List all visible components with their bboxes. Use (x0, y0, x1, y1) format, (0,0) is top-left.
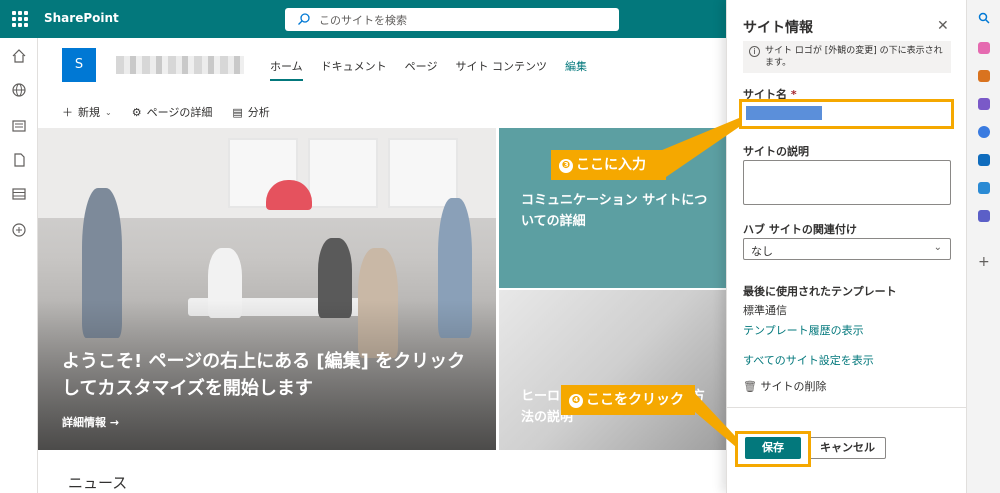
nav-item-home[interactable]: ホーム (270, 58, 303, 81)
template-value: 標準通信 (743, 304, 787, 317)
highlight-site-name (739, 99, 954, 129)
info-text: サイト ロゴが [外観の変更] の下に表示されます。 (765, 46, 943, 68)
people-icon[interactable] (978, 98, 990, 110)
hero-learn-more-link[interactable]: 詳細情報 → (62, 414, 119, 430)
chevron-down-icon: ⌄ (933, 242, 942, 253)
search-box[interactable]: このサイトを検索 (285, 8, 619, 31)
hub-association-value: なし (751, 245, 773, 258)
send-icon[interactable] (978, 182, 990, 194)
close-icon[interactable]: ✕ (937, 18, 949, 34)
site-logo[interactable]: S (62, 48, 96, 82)
analytics-label: 分析 (247, 106, 270, 119)
nav-item-documents[interactable]: ドキュメント (321, 58, 387, 81)
trash-icon: 🗑 (743, 380, 757, 393)
list-icon[interactable] (11, 186, 27, 202)
callout-step3: ❸ ここに入力 (551, 150, 666, 180)
nav-item-pages[interactable]: ページ (405, 58, 438, 81)
browser-sidebar: + (966, 0, 1000, 493)
add-icon[interactable]: + (978, 254, 990, 270)
copilot-icon[interactable] (978, 126, 990, 138)
hub-association-label: ハブ サイトの関連付け (743, 223, 857, 236)
search-icon (298, 13, 310, 25)
highlight-save-button (735, 431, 811, 467)
analytics-button[interactable]: ▤ 分析 (232, 104, 269, 120)
site-name-blurred[interactable] (116, 56, 244, 74)
briefcase-icon[interactable] (978, 70, 990, 82)
step3-number: ❸ (559, 159, 573, 173)
delete-site-link[interactable]: 🗑 サイトの削除 (743, 378, 826, 394)
plus-icon: ＋ (62, 106, 73, 119)
hero-photo-window (308, 138, 378, 208)
new-button[interactable]: ＋ 新規 ⌄ (62, 104, 112, 120)
brand-name[interactable]: SharePoint (44, 11, 119, 25)
hub-association-dropdown[interactable]: なし ⌄ (743, 238, 951, 260)
tag-icon[interactable] (978, 42, 990, 54)
step3-text: ここに入力 (576, 157, 646, 173)
add-icon[interactable] (11, 222, 27, 238)
info-message: i サイト ロゴが [外観の変更] の下に表示されます。 (743, 41, 951, 73)
news-heading: ニュース (68, 474, 128, 492)
chevron-down-icon: ⌄ (105, 107, 112, 117)
file-icon[interactable] (11, 152, 27, 168)
step4-text: ここをクリック (586, 392, 684, 408)
home-icon[interactable] (11, 48, 27, 64)
step4-number: ❹ (569, 394, 583, 408)
template-label: 最後に使用されたテンプレート (743, 285, 897, 298)
panel-divider (727, 407, 967, 408)
hero-tile-title: コミュニケーション サイトについての詳細 (521, 193, 708, 229)
site-description-input[interactable] (743, 160, 951, 205)
nav-item-site-contents[interactable]: サイト コンテンツ (455, 58, 547, 81)
panel-title: サイト情報 (743, 20, 813, 36)
search-input[interactable]: このサイトを検索 (319, 12, 407, 28)
new-label: 新規 (78, 106, 100, 119)
site-description-label: サイトの説明 (743, 145, 809, 158)
page-details-label: ページの詳細 (146, 106, 213, 119)
news-icon[interactable] (11, 118, 27, 134)
template-history-link[interactable]: テンプレート履歴の表示 (743, 322, 864, 338)
outlook-icon[interactable] (978, 154, 990, 166)
globe-icon[interactable] (11, 82, 27, 98)
command-bar: ＋ 新規 ⌄ ⚙ ページの詳細 ▤ 分析 (62, 104, 270, 120)
all-site-settings-link[interactable]: すべてのサイト設定を表示 (743, 352, 874, 368)
gear-icon: ⚙ (131, 105, 142, 119)
hero-main-tile[interactable]: ようこそ! ページの右上にある [編集] をクリックしてカスタマイズを開始します… (38, 128, 496, 450)
page-details-button[interactable]: ⚙ ページの詳細 (132, 104, 213, 120)
app-launcher-icon[interactable] (12, 11, 28, 27)
chart-icon: ▤ (232, 105, 243, 119)
hero-tile-hero-webpart[interactable]: ヒーロー Web パーツの使用方法の説明 (499, 290, 728, 450)
page-content: S ホーム ドキュメント ページ サイト コンテンツ 編集 ＋ 新規 ⌄ ⚙ ペ… (38, 38, 728, 493)
cancel-button[interactable]: キャンセル (809, 437, 886, 459)
site-navigation: ホーム ドキュメント ページ サイト コンテンツ 編集 (270, 58, 587, 81)
hero-main-title: ようこそ! ページの右上にある [編集] をクリックしてカスタマイズを開始します (62, 351, 466, 399)
hero-photo-window (388, 138, 458, 208)
delete-site-label: サイトの削除 (760, 380, 827, 393)
callout-step4: ❹ ここをクリック (561, 385, 695, 415)
teams-icon[interactable] (978, 210, 990, 222)
info-icon: i (749, 46, 760, 57)
search-icon[interactable] (978, 12, 990, 24)
left-app-bar (0, 38, 38, 493)
nav-edit-link[interactable]: 編集 (565, 58, 587, 81)
site-information-panel: サイト情報 ✕ i サイト ロゴが [外観の変更] の下に表示されます。 サイト… (726, 0, 967, 493)
